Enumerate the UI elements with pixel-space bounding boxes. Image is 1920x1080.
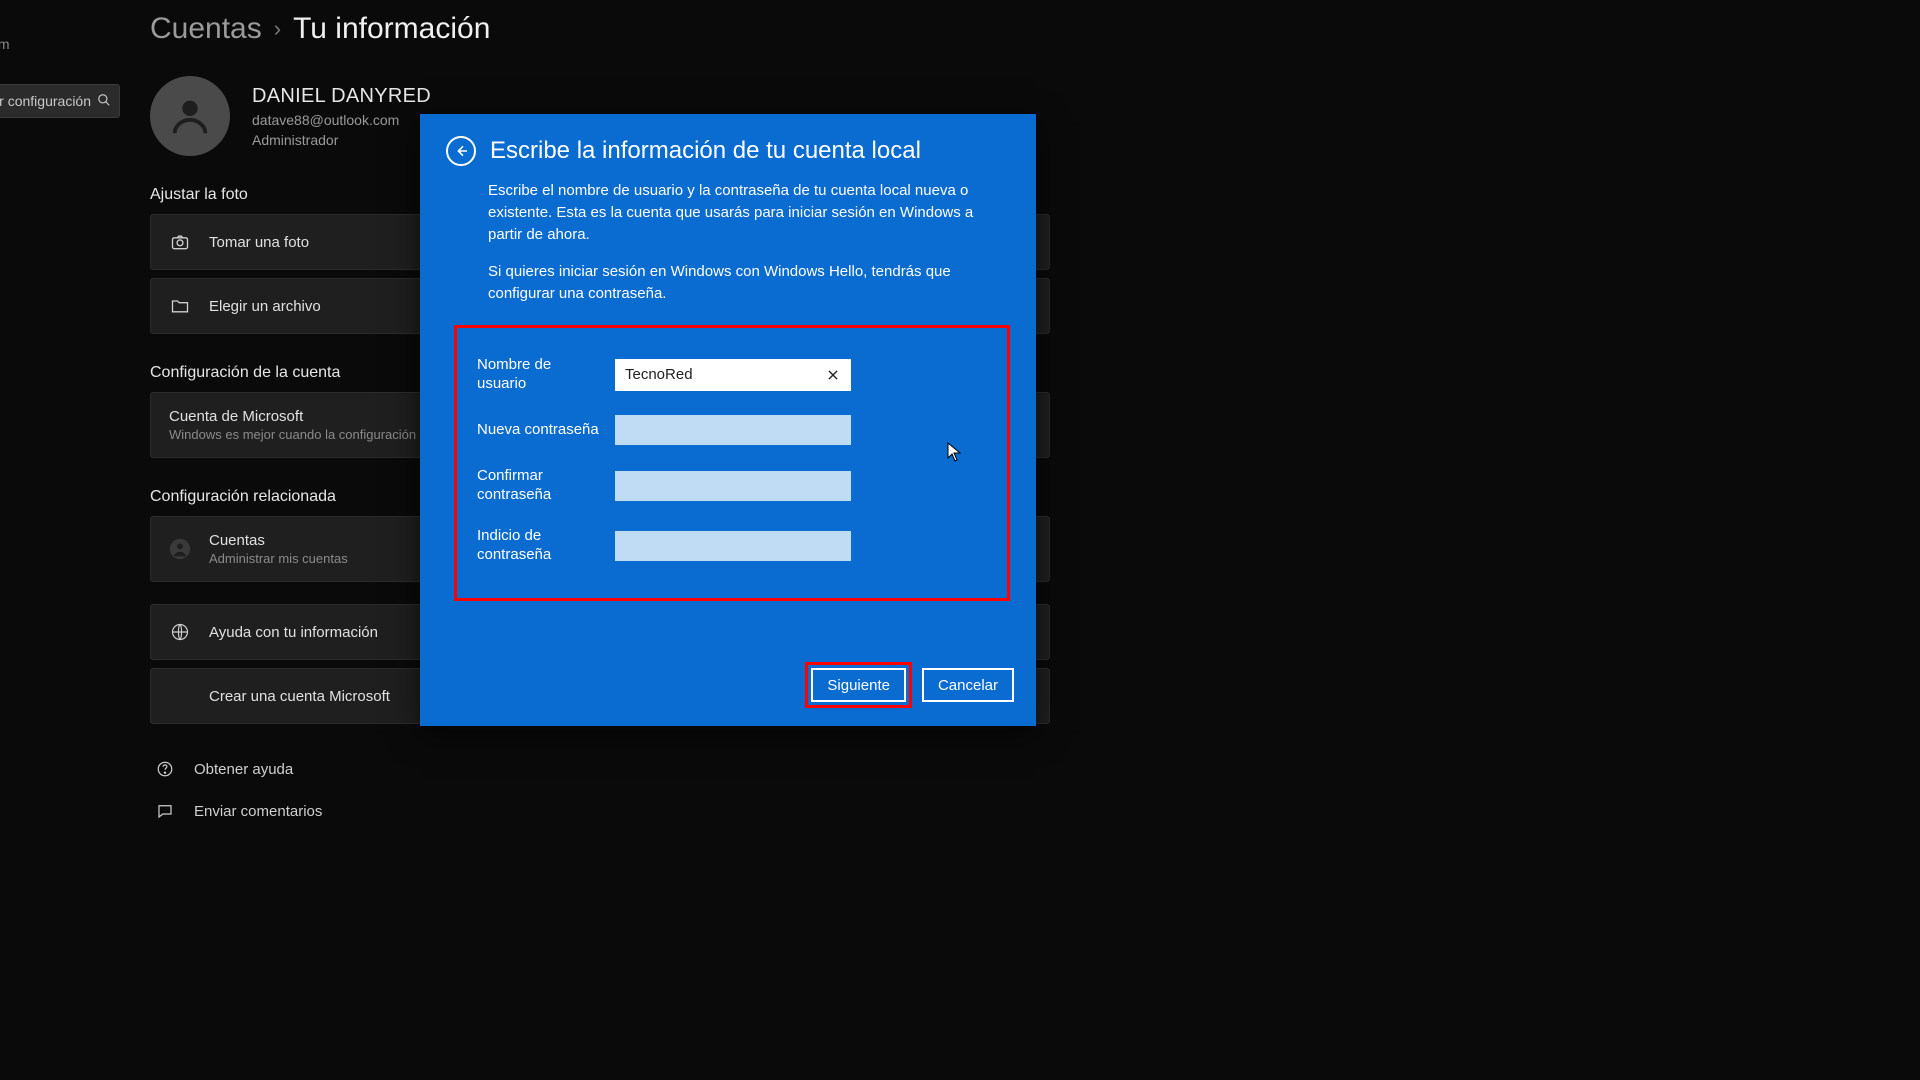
person-icon [167, 93, 213, 139]
sidebar-user-name: …nyRed [0, 18, 120, 36]
local-account-dialog: Escribe la información de tu cuenta loca… [420, 114, 1036, 726]
password-hint-input[interactable] [615, 531, 851, 561]
help-icon [154, 758, 176, 780]
globe-icon [169, 621, 191, 643]
dialog-title: Escribe la información de tu cuenta loca… [490, 137, 921, 165]
username-label: Nombre de usuario [477, 356, 599, 394]
sidebar-nav: spositivos guridad te [0, 172, 130, 554]
sidebar-item-other[interactable]: te [0, 510, 130, 554]
sidebar-item-devices[interactable]: spositivos [0, 172, 130, 216]
spacer-icon [169, 685, 191, 707]
profile-role: Administrador [252, 132, 431, 148]
clear-input-button[interactable] [819, 359, 847, 391]
breadcrumb: Cuentas › Tu información [150, 6, 1920, 60]
footer-links: Obtener ayuda Enviar comentarios [150, 748, 1920, 832]
card-title: Elegir un archivo [209, 298, 321, 315]
person-circle-icon [169, 538, 191, 560]
card-title: Cuentas [209, 532, 348, 549]
search-placeholder: r configuración [0, 93, 91, 109]
dialog-body: Escribe el nombre de usuario y la contra… [488, 180, 1010, 305]
card-title: Crear una cuenta Microsoft [209, 688, 390, 705]
next-button[interactable]: Siguiente [811, 668, 906, 702]
arrow-left-icon [453, 143, 469, 159]
link-label: Enviar comentarios [194, 803, 322, 820]
back-button[interactable] [446, 136, 476, 166]
breadcrumb-parent[interactable]: Cuentas [150, 12, 262, 46]
feedback-link[interactable]: Enviar comentarios [150, 790, 1920, 832]
link-label: Obtener ayuda [194, 761, 293, 778]
profile-mail: datave88@outlook.com [252, 112, 431, 128]
search-input[interactable]: r configuración [0, 84, 120, 118]
confirm-password-input[interactable] [615, 471, 851, 501]
new-password-input[interactable] [615, 415, 851, 445]
card-subtitle: Administrar mis cuentas [209, 551, 348, 566]
dialog-paragraph-1: Escribe el nombre de usuario y la contra… [488, 180, 1010, 245]
card-title: Tomar una foto [209, 234, 309, 251]
folder-icon [169, 295, 191, 317]
search-icon [97, 93, 111, 110]
username-input[interactable] [615, 359, 851, 391]
avatar [150, 76, 230, 156]
confirm-password-label: Confirmar contraseña [477, 467, 599, 505]
form-highlighted-region: Nombre de usuario Nueva contraseña Confi… [454, 325, 1010, 602]
close-icon [826, 368, 840, 382]
get-help-link[interactable]: Obtener ayuda [150, 748, 1920, 790]
profile-name: DANIEL DANYRED [252, 85, 431, 108]
feedback-icon [154, 800, 176, 822]
sidebar-item-security[interactable]: guridad [0, 466, 130, 510]
sidebar-user-mail: …outlook.com [0, 36, 120, 52]
card-title: Ayuda con tu información [209, 624, 378, 641]
chevron-right-icon: › [274, 16, 281, 42]
dialog-paragraph-2: Si quieres iniciar sesión en Windows con… [488, 261, 1010, 305]
left-sidebar: …nyRed …outlook.com r configuración spos… [0, 0, 130, 554]
new-password-label: Nueva contraseña [477, 421, 599, 440]
password-hint-label: Indicio de contraseña [477, 527, 599, 565]
cancel-button[interactable]: Cancelar [922, 668, 1014, 702]
camera-icon [169, 231, 191, 253]
sidebar-user-chip[interactable]: …nyRed …outlook.com [0, 0, 130, 58]
page-title: Tu información [293, 12, 490, 46]
